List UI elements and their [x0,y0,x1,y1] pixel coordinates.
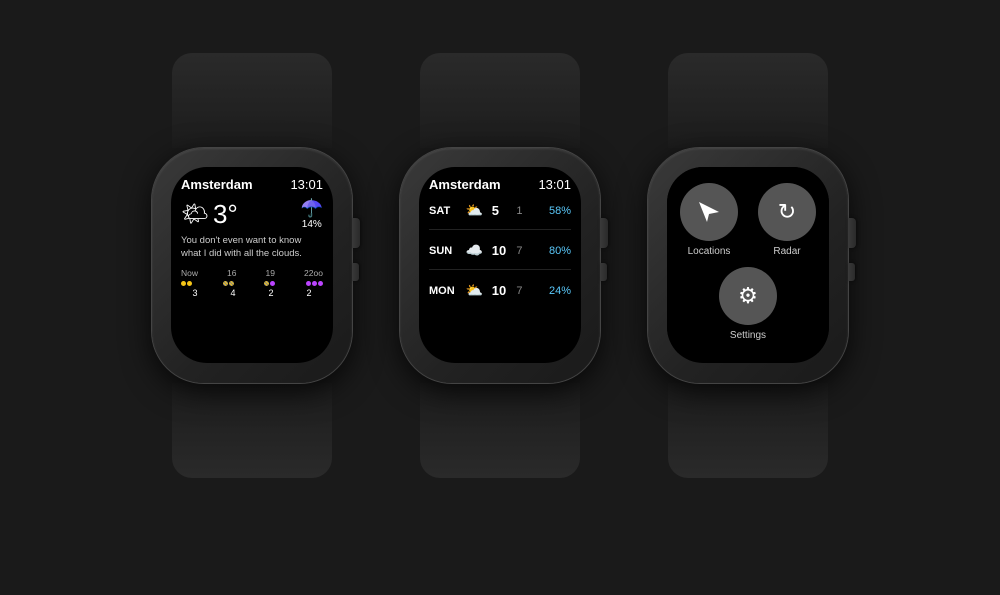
dot-yellow [181,281,186,286]
s1-weather-row: 🌤 3° ☂️ 14% [181,198,323,230]
locations-label: Locations [688,246,731,257]
s2-header: Amsterdam 13:01 [429,177,571,192]
city-1: Amsterdam [181,177,253,192]
rain-group: ☂️ 14% [301,198,323,230]
hour-16: 16 [227,268,236,278]
rain-percent: 14% [301,219,323,230]
watch-3: Locations ↻ Radar [633,53,863,543]
screen-current-weather: Amsterdam 13:01 🌤 3° ☂️ 14% [171,167,333,304]
locations-btn[interactable]: Locations [675,183,743,257]
rain-mon: 24% [539,285,571,297]
rain-sat: 58% [539,205,571,217]
s1-header: Amsterdam 13:01 [181,177,323,192]
screen-menu: Locations ↻ Radar [667,167,829,353]
hourly-temps: 3 4 2 2 [181,288,323,298]
band-bottom-3 [668,383,828,478]
temp-19: 2 [257,288,285,298]
dot-yellow [187,281,192,286]
dot-hatched [229,281,234,286]
radar-circle: ↻ [758,183,816,241]
forecast-row-mon: MON ⛅ 10 7 24% [429,282,571,309]
weather-description: You don't even want to know what I did w… [181,235,323,261]
icons-22 [306,281,323,286]
band-bottom-2 [420,383,580,478]
screen-forecast: Amsterdam 13:01 SAT ⛅ 5 1 58% SUN ☁️ [419,167,581,317]
rain-icon: ☂️ [301,198,323,218]
dot-purple [318,281,323,286]
watch-screen-1: Amsterdam 13:01 🌤 3° ☂️ 14% [171,167,333,363]
day-mon: MON [429,285,457,297]
high-mon: 10 [492,283,508,298]
watch-2-body: Amsterdam 13:01 SAT ⛅ 5 1 58% SUN ☁️ [385,53,615,543]
location-arrow-icon [697,200,721,224]
day-sun: SUN [429,245,457,257]
watch-case-1: Amsterdam 13:01 🌤 3° ☂️ 14% [152,148,352,383]
locations-circle [680,183,738,241]
time-2: 13:01 [538,177,571,192]
temp-22: 2 [295,288,323,298]
watch-case-3: Locations ↻ Radar [648,148,848,383]
watch-screen-3: Locations ↻ Radar [667,167,829,363]
watches-container: Amsterdam 13:01 🌤 3° ☂️ 14% [137,53,863,543]
dot-purple [270,281,275,286]
radar-label: Radar [773,246,800,257]
icon-mon: ⛅ [466,282,483,299]
icon-sat: ⛅ [466,202,483,219]
temperature: 3° [213,199,238,230]
low-mon: 7 [516,285,530,297]
watch-3-body: Locations ↻ Radar [633,53,863,543]
settings-label: Settings [730,330,766,341]
dot-hatched [223,281,228,286]
dot-hatched [264,281,269,286]
icon-sun: ☁️ [466,242,483,259]
settings-section: ⚙ Settings [719,267,777,341]
watch-screen-2: Amsterdam 13:01 SAT ⛅ 5 1 58% SUN ☁️ [419,167,581,363]
temp-now: 3 [181,288,209,298]
radar-btn[interactable]: ↻ Radar [753,183,821,257]
day-sat: SAT [429,205,457,217]
dot-purple [306,281,311,286]
high-sun: 10 [492,243,508,258]
icons-19 [264,281,275,286]
low-sat: 1 [516,205,530,217]
forecast-row-sun: SUN ☁️ 10 7 80% [429,242,571,270]
hour-now: Now [181,268,198,278]
hour-22: 22oo [304,268,323,278]
band-top-1 [172,53,332,148]
watch-1: Amsterdam 13:01 🌤 3° ☂️ 14% [137,53,367,543]
band-top-3 [668,53,828,148]
watch-1-body: Amsterdam 13:01 🌤 3° ☂️ 14% [137,53,367,543]
rain-sun: 80% [539,245,571,257]
icons-now [181,281,192,286]
forecast-row-sat: SAT ⛅ 5 1 58% [429,202,571,230]
radar-refresh-icon: ↻ [778,199,796,225]
low-sun: 7 [516,245,530,257]
city-2: Amsterdam [429,177,501,192]
watch-2: Amsterdam 13:01 SAT ⛅ 5 1 58% SUN ☁️ [385,53,615,543]
dot-purple [312,281,317,286]
icons-16 [223,281,234,286]
watch-case-2: Amsterdam 13:01 SAT ⛅ 5 1 58% SUN ☁️ [400,148,600,383]
temp-16: 4 [219,288,247,298]
temp-group: 🌤 3° [181,199,238,230]
band-top-2 [420,53,580,148]
settings-circle: ⚙ [719,267,777,325]
hourly-headers: Now 16 19 22oo [181,268,323,278]
sun-icon: 🌤 [181,201,209,227]
settings-btn[interactable]: ⚙ Settings [719,267,777,341]
menu-grid: Locations ↻ Radar [675,183,821,257]
time-1: 13:01 [290,177,323,192]
hourly-icons [181,281,323,286]
gear-icon: ⚙ [738,283,758,309]
hour-19: 19 [266,268,275,278]
band-bottom-1 [172,383,332,478]
high-sat: 5 [492,203,508,218]
